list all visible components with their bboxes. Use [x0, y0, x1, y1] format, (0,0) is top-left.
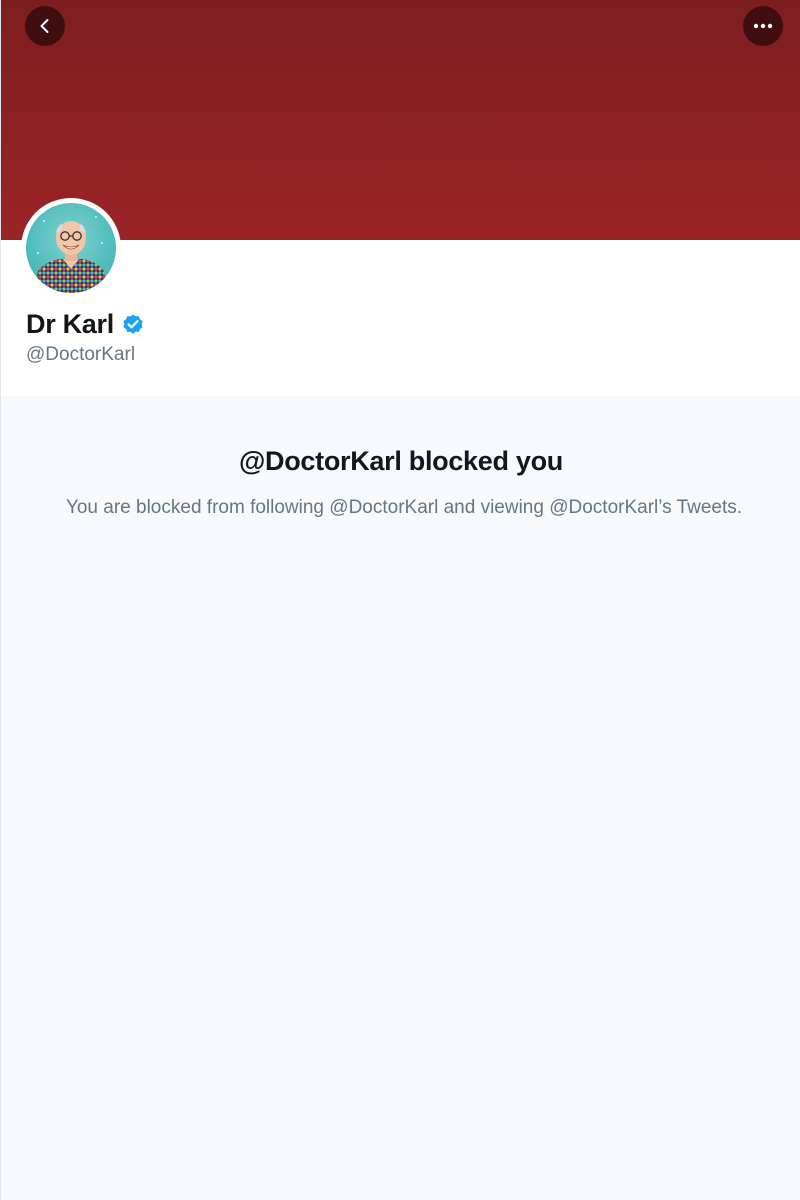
- blocked-description: You are blocked from following @DoctorKa…: [65, 497, 743, 518]
- profile-handle: @DoctorKarl: [26, 344, 136, 365]
- more-options-button[interactable]: [743, 6, 783, 46]
- blocked-title: @DoctorKarl blocked you: [239, 446, 563, 476]
- back-button[interactable]: [25, 6, 65, 46]
- chevron-left-icon: [36, 17, 54, 35]
- profile-banner: [1, 0, 800, 240]
- profile-page: Dr Karl @DoctorKarl @DoctorKarl blocked …: [0, 0, 800, 1200]
- display-name: Dr Karl: [26, 308, 114, 339]
- verified-badge-icon: [123, 314, 143, 334]
- avatar[interactable]: [21, 198, 121, 298]
- profile-photo: [26, 203, 116, 293]
- name-row: Dr Karl: [26, 306, 145, 342]
- more-horizontal-icon: [753, 23, 773, 29]
